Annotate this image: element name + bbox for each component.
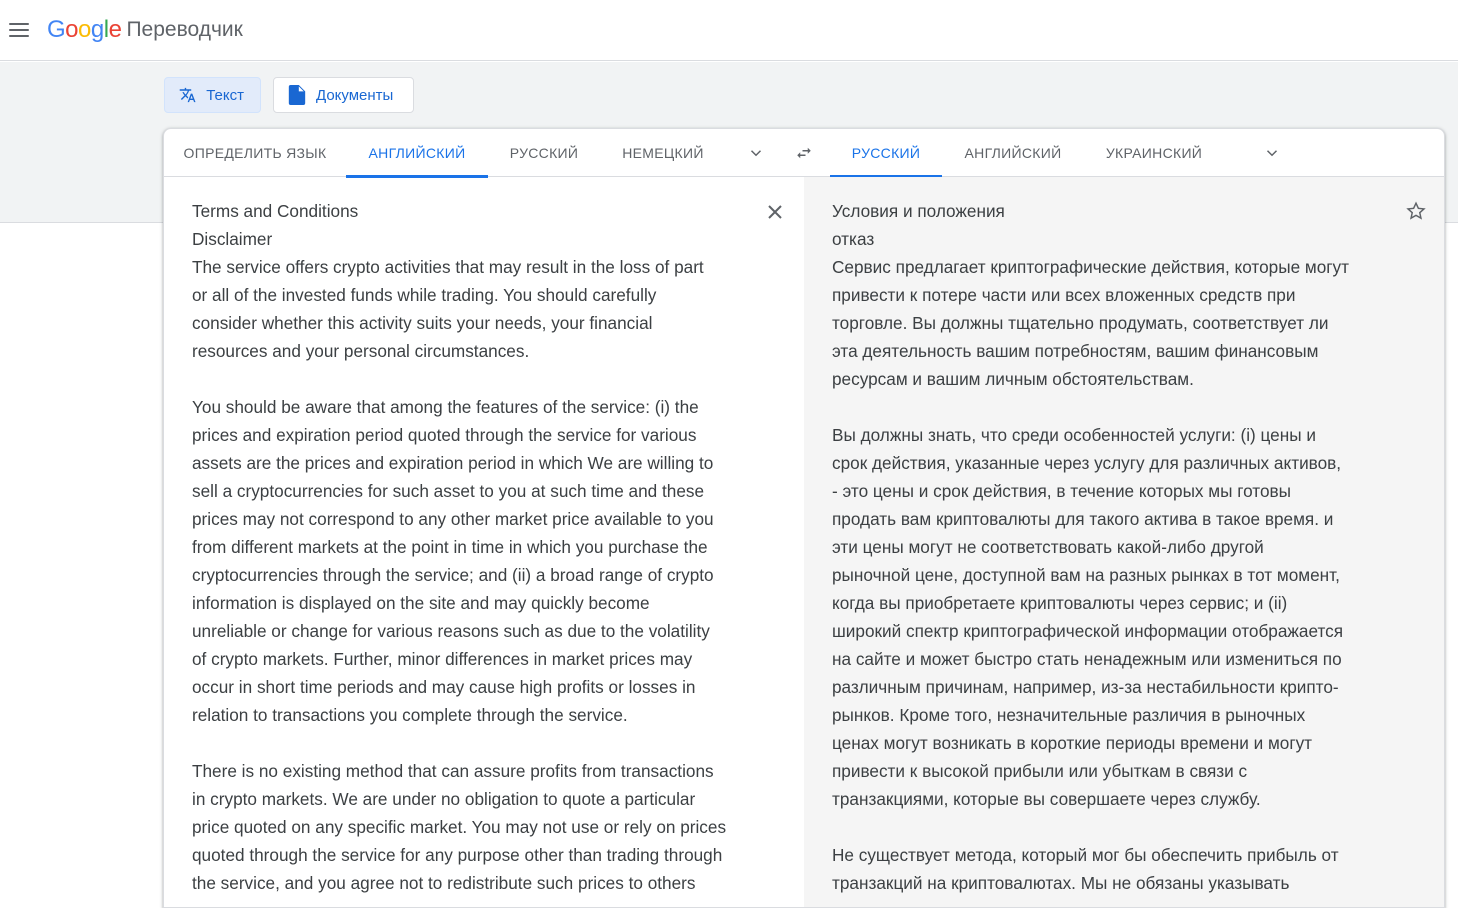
- tab-label: НЕМЕЦКИЙ: [622, 145, 704, 161]
- tab-label: ОПРЕДЕЛИТЬ ЯЗЫК: [183, 145, 327, 161]
- chevron-down-icon: [1266, 150, 1278, 157]
- tab-target-english[interactable]: АНГЛИЙСКИЙ: [942, 129, 1084, 177]
- translate-icon: [179, 87, 196, 103]
- document-icon: [288, 85, 306, 105]
- tab-source-russian[interactable]: РУССКИЙ: [488, 129, 600, 177]
- documents-mode-button[interactable]: Документы: [273, 77, 414, 113]
- logo-letter: G: [47, 16, 66, 43]
- text-mode-label: Текст: [206, 86, 244, 104]
- tab-source-english[interactable]: АНГЛИЙСКИЙ: [346, 129, 488, 178]
- tab-label: АНГЛИЙСКИЙ: [964, 145, 1062, 161]
- tab-label: РУССКИЙ: [509, 145, 579, 161]
- tab-label: УКРАИНСКИЙ: [1105, 145, 1203, 161]
- menu-icon[interactable]: [9, 23, 29, 37]
- source-language-dropdown[interactable]: [738, 141, 774, 165]
- tab-source-german[interactable]: НЕМЕЦКИЙ: [600, 129, 726, 177]
- star-icon: [1406, 201, 1426, 220]
- logo-letter: o: [78, 16, 91, 43]
- text-mode-button[interactable]: Текст: [164, 77, 261, 113]
- documents-mode-label: Документы: [316, 86, 394, 104]
- logo-letter: o: [65, 16, 79, 43]
- save-translation-button[interactable]: [1400, 195, 1432, 227]
- source-text-input[interactable]: Terms and Conditions Disclaimer The serv…: [192, 197, 752, 897]
- translated-text-output: Условия и положения отказ Сервис предлаг…: [832, 201, 1350, 893]
- tab-label: РУССКИЙ: [851, 145, 921, 161]
- target-language-dropdown[interactable]: [1254, 141, 1290, 165]
- translation-card: ОПРЕДЕЛИТЬ ЯЗЫК АНГЛИЙСКИЙ РУССКИЙ НЕМЕЦ…: [163, 128, 1445, 908]
- top-app-bar: Google Переводчик: [0, 0, 1458, 61]
- swap-icon: [797, 147, 811, 159]
- logo-letter: e: [108, 16, 122, 43]
- language-bar: ОПРЕДЕЛИТЬ ЯЗЫК АНГЛИЙСКИЙ РУССКИЙ НЕМЕЦ…: [164, 129, 1444, 178]
- tab-target-ukrainian[interactable]: УКРАИНСКИЙ: [1084, 129, 1224, 177]
- logo-letter: g: [90, 16, 104, 43]
- clear-source-button[interactable]: [760, 197, 790, 227]
- tab-detect-language[interactable]: ОПРЕДЕЛИТЬ ЯЗЫК: [164, 129, 346, 177]
- tab-target-russian[interactable]: РУССКИЙ: [830, 129, 942, 178]
- product-name: Переводчик: [126, 18, 243, 41]
- swap-languages-button[interactable]: [786, 139, 822, 167]
- tab-label: АНГЛИЙСКИЙ: [368, 145, 466, 161]
- close-icon: [768, 205, 782, 219]
- chevron-down-icon: [750, 150, 762, 157]
- google-logo[interactable]: Google: [47, 16, 122, 44]
